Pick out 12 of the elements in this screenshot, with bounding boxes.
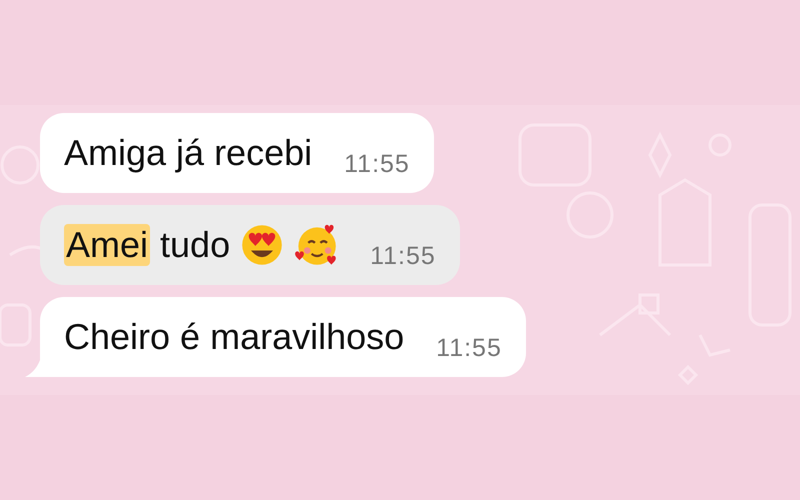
message-text: Amiga já recebi: [64, 132, 312, 174]
timestamp: 11:55: [344, 150, 410, 180]
message-text: Cheiro é maravilhoso: [64, 316, 404, 358]
message-bubble[interactable]: Amiga já recebi 11:55: [40, 113, 434, 193]
message-text: tudo: [160, 224, 230, 266]
search-highlight: Amei: [64, 224, 150, 266]
heart-eyes-face-icon: [240, 223, 284, 267]
message-bubble[interactable]: Cheiro é maravilhoso 11:55: [40, 297, 526, 377]
timestamp: 11:55: [370, 242, 436, 272]
smiling-face-hearts-icon: [294, 223, 338, 267]
message-bubble[interactable]: Amei tudo 11:55: [40, 205, 460, 285]
timestamp: 11:55: [436, 334, 502, 364]
